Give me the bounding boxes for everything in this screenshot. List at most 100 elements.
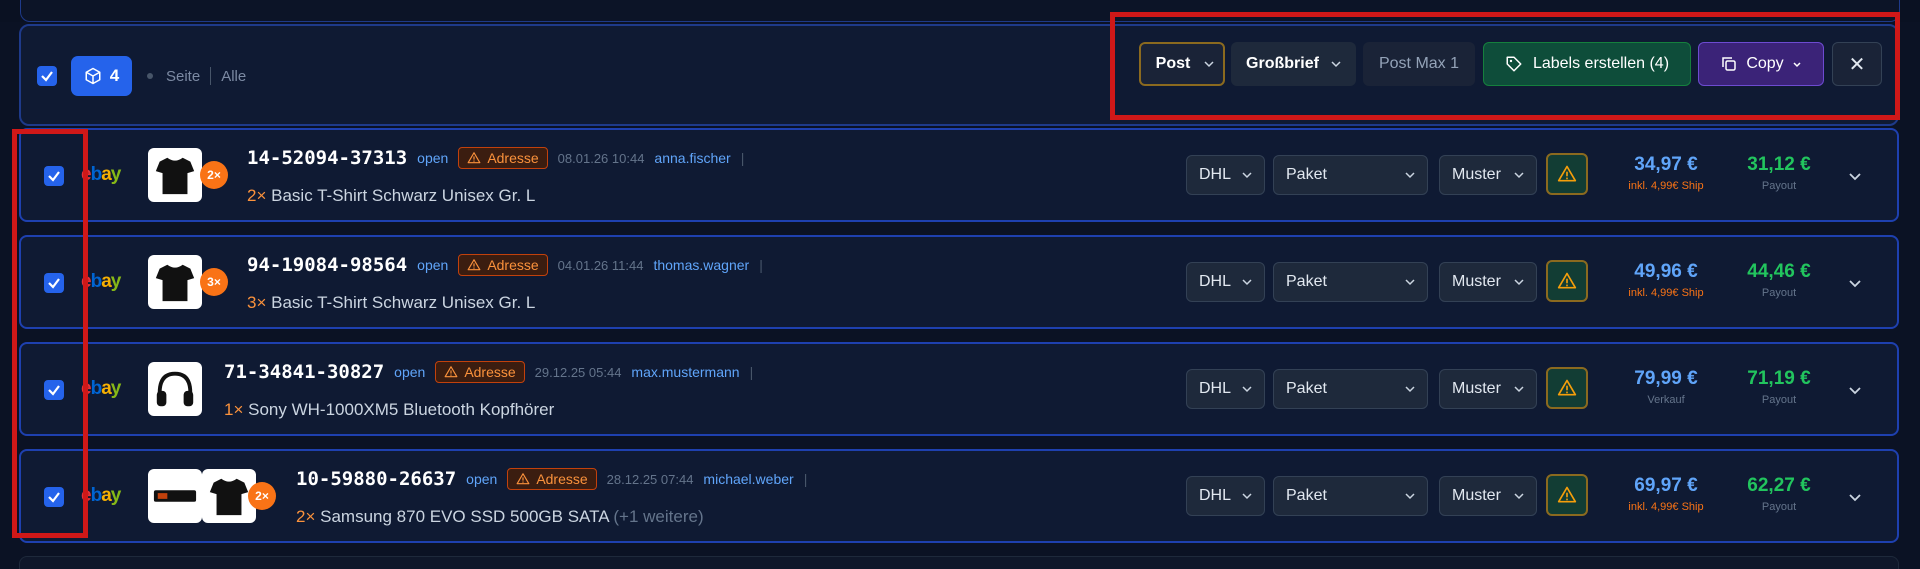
warning-button[interactable] bbox=[1546, 260, 1588, 302]
payout-label: Payout bbox=[1761, 180, 1797, 192]
order-price: 34,97 € bbox=[1634, 154, 1698, 175]
format-select[interactable]: Großbrief bbox=[1231, 42, 1356, 86]
select-all-checkbox[interactable] bbox=[37, 66, 57, 86]
package-type-value: Paket bbox=[1286, 166, 1327, 183]
order-price: 69,97 € bbox=[1634, 475, 1698, 496]
product-thumbnail[interactable] bbox=[148, 362, 202, 416]
buyer-username[interactable]: max.mustermann bbox=[631, 364, 739, 380]
order-number[interactable]: 71-34841-30827 bbox=[224, 361, 384, 383]
buyer-username[interactable]: anna.fischer bbox=[654, 150, 730, 166]
expand-chevron-icon[interactable] bbox=[1847, 382, 1863, 398]
check-icon bbox=[48, 171, 60, 182]
tshirt-icon bbox=[155, 157, 195, 195]
product-thumbnail[interactable] bbox=[148, 148, 202, 202]
carrier-value: DHL bbox=[1199, 487, 1232, 504]
chevron-down-icon bbox=[1405, 386, 1415, 393]
warning-icon bbox=[444, 366, 458, 378]
create-labels-button[interactable]: Labels erstellen (4) bbox=[1483, 42, 1691, 86]
order-row[interactable]: ebay 2× 10-59880-26637 open Adresse 28.1… bbox=[19, 449, 1899, 543]
package-type-dropdown[interactable]: Paket bbox=[1273, 369, 1428, 409]
product-title: Basic T-Shirt Schwarz Unisex Gr. L bbox=[271, 186, 536, 205]
package-type-dropdown[interactable]: Paket bbox=[1273, 476, 1428, 516]
product-thumbnail[interactable] bbox=[148, 469, 202, 523]
order-row[interactable]: ebay 2× 14-52094-37313 open Adresse 08.0… bbox=[19, 128, 1899, 222]
chevron-down-icon bbox=[1331, 61, 1341, 68]
product-thumbnails[interactable] bbox=[148, 148, 202, 202]
carrier-dropdown[interactable]: DHL bbox=[1186, 476, 1265, 516]
quantity-badge: 3× bbox=[200, 268, 228, 296]
order-meta: 10-59880-26637 open Adresse 28.12.25 07:… bbox=[296, 468, 807, 490]
product-thumbnails[interactable] bbox=[148, 362, 202, 416]
expand-chevron-icon[interactable] bbox=[1847, 275, 1863, 291]
expand-chevron-icon[interactable] bbox=[1847, 168, 1863, 184]
next-order-row-edge bbox=[19, 556, 1899, 569]
tag-icon bbox=[1506, 56, 1522, 72]
carrier-dropdown[interactable]: DHL bbox=[1186, 262, 1265, 302]
payout-amount: 62,27 € bbox=[1747, 475, 1811, 496]
close-button[interactable]: ✕ bbox=[1832, 42, 1882, 86]
carrier-dropdown[interactable]: DHL bbox=[1186, 155, 1265, 195]
buyer-username[interactable]: thomas.wagner bbox=[653, 257, 749, 273]
expand-chevron-icon[interactable] bbox=[1847, 489, 1863, 505]
row-checkbox[interactable] bbox=[44, 380, 64, 400]
package-type-dropdown[interactable]: Paket bbox=[1273, 155, 1428, 195]
product-title: Sony WH-1000XM5 Bluetooth Kopfhörer bbox=[248, 400, 555, 419]
product-thumbnail[interactable] bbox=[148, 255, 202, 309]
order-row[interactable]: ebay 3× 94-19084-98564 open Adresse 04.0… bbox=[19, 235, 1899, 329]
template-dropdown[interactable]: Muster bbox=[1439, 369, 1537, 409]
price-block: 69,97 € inkl. 4,99€ Ship bbox=[1611, 475, 1721, 513]
scope-page-link[interactable]: Seite bbox=[166, 68, 200, 85]
ebay-logo: ebay bbox=[81, 378, 121, 399]
product-button[interactable]: Post Max 1 bbox=[1363, 42, 1475, 86]
warning-button[interactable] bbox=[1546, 474, 1588, 516]
package-type-value: Paket bbox=[1286, 273, 1327, 290]
product-thumbnails[interactable] bbox=[148, 255, 202, 309]
create-labels-label: Labels erstellen (4) bbox=[1532, 55, 1670, 72]
carrier-dropdown[interactable]: DHL bbox=[1186, 369, 1265, 409]
warning-button[interactable] bbox=[1546, 367, 1588, 409]
order-status: open bbox=[466, 471, 498, 487]
order-meta: 14-52094-37313 open Adresse 08.01.26 10:… bbox=[247, 147, 744, 169]
warning-button[interactable] bbox=[1546, 153, 1588, 195]
warning-icon bbox=[467, 152, 481, 164]
product-thumbnails[interactable] bbox=[148, 469, 256, 523]
order-date: 28.12.25 07:44 bbox=[606, 471, 694, 487]
scope-all-link[interactable]: Alle bbox=[221, 68, 246, 85]
bulk-action-bar: 4 Seite Alle Post Großbrief Post Max 1 L… bbox=[19, 24, 1899, 126]
row-checkbox[interactable] bbox=[44, 487, 64, 507]
buyer-username[interactable]: michael.weber bbox=[703, 471, 793, 487]
carrier-select[interactable]: Post bbox=[1139, 42, 1225, 86]
order-row[interactable]: ebay 71-34841-30827 open Adresse 29.12.2… bbox=[19, 342, 1899, 436]
price-block: 34,97 € inkl. 4,99€ Ship bbox=[1611, 154, 1721, 192]
address-warning-badge[interactable]: Adresse bbox=[458, 254, 548, 276]
order-meta: 94-19084-98564 open Adresse 04.01.26 11:… bbox=[247, 254, 763, 276]
address-warning-badge[interactable]: Adresse bbox=[507, 468, 597, 490]
address-warning-label: Adresse bbox=[536, 471, 588, 487]
chevron-down-icon bbox=[1242, 386, 1252, 393]
row-checkbox[interactable] bbox=[44, 166, 64, 186]
template-dropdown[interactable]: Muster bbox=[1439, 155, 1537, 195]
order-number[interactable]: 94-19084-98564 bbox=[247, 254, 407, 276]
order-number[interactable]: 10-59880-26637 bbox=[296, 468, 456, 490]
chevron-down-icon bbox=[1514, 279, 1524, 286]
selected-count-badge[interactable]: 4 bbox=[71, 56, 132, 96]
copy-button[interactable]: Copy bbox=[1698, 42, 1824, 86]
selection-scope: Seite Alle bbox=[166, 67, 246, 85]
headphones-icon bbox=[156, 371, 194, 407]
meta-divider: | bbox=[749, 364, 754, 380]
price-subtext: inkl. 4,99€ Ship bbox=[1628, 287, 1704, 299]
copy-label: Copy bbox=[1746, 55, 1784, 72]
order-number[interactable]: 14-52094-37313 bbox=[247, 147, 407, 169]
warning-icon bbox=[1557, 165, 1577, 182]
check-icon bbox=[48, 385, 60, 396]
package-type-dropdown[interactable]: Paket bbox=[1273, 262, 1428, 302]
row-checkbox[interactable] bbox=[44, 273, 64, 293]
address-warning-badge[interactable]: Adresse bbox=[458, 147, 548, 169]
warning-icon bbox=[516, 473, 530, 485]
order-price: 49,96 € bbox=[1634, 261, 1698, 282]
copy-icon bbox=[1722, 57, 1737, 71]
template-dropdown[interactable]: Muster bbox=[1439, 262, 1537, 302]
payout-amount: 44,46 € bbox=[1747, 261, 1811, 282]
template-dropdown[interactable]: Muster bbox=[1439, 476, 1537, 516]
address-warning-badge[interactable]: Adresse bbox=[435, 361, 525, 383]
